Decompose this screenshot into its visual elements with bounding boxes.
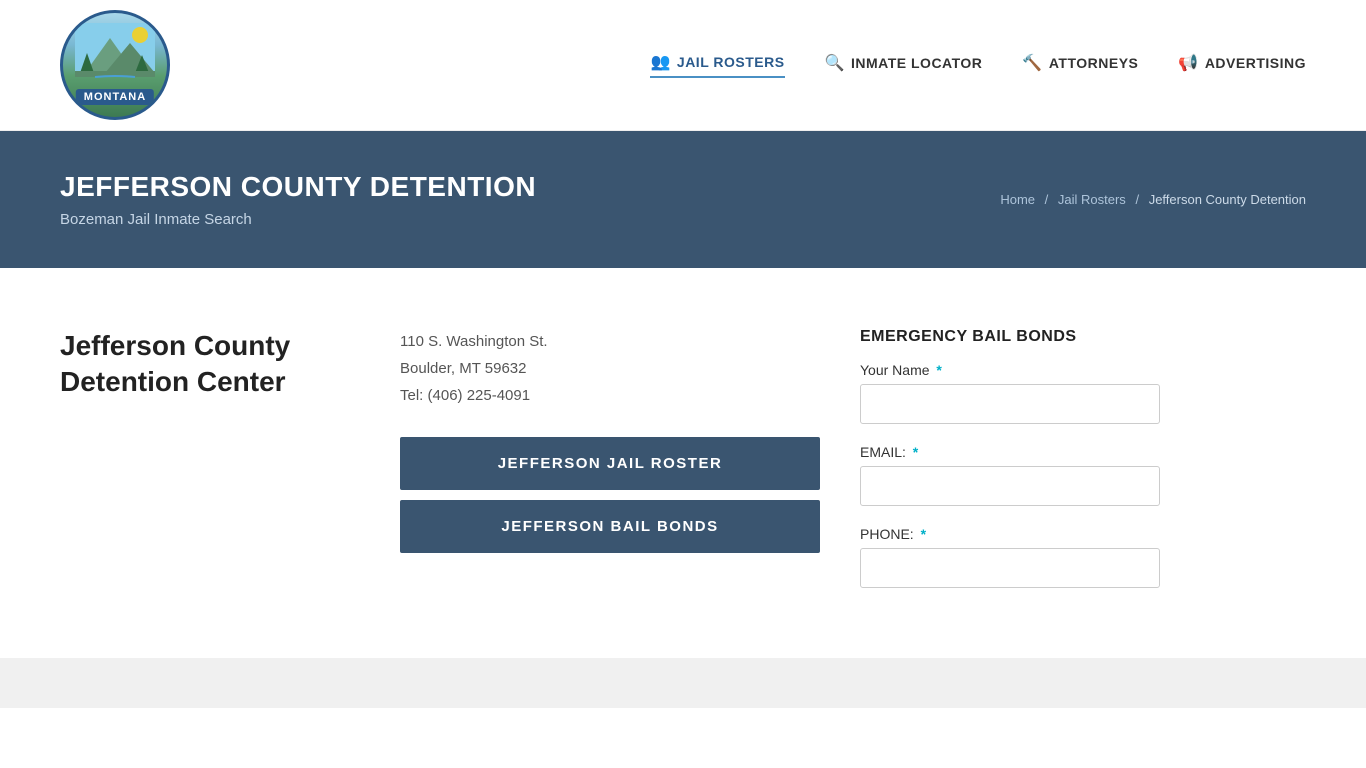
phone-form-group: PHONE: *: [860, 526, 1160, 588]
logo-text: MONTANA: [76, 89, 154, 105]
nav-advertising[interactable]: 📢 ADVERTISING: [1178, 53, 1306, 77]
logo-circle: MONTANA: [60, 10, 170, 120]
address-line2: Boulder, MT 59632: [400, 355, 820, 382]
email-required: *: [913, 444, 918, 460]
bail-bonds-button[interactable]: JEFFERSON BAIL BONDS: [400, 500, 820, 553]
name-form-group: Your Name *: [860, 362, 1160, 424]
breadcrumb-jail-rosters[interactable]: Jail Rosters: [1058, 192, 1126, 207]
hero-subtitle: Bozeman Jail Inmate Search: [60, 211, 536, 228]
name-input[interactable]: [860, 384, 1160, 424]
left-panel: Jefferson County Detention Center: [60, 318, 360, 608]
phone-input[interactable]: [860, 548, 1160, 588]
site-header: MONTANA 👥 JAIL ROSTERS 🔍 INMATE LOCATOR …: [0, 0, 1366, 131]
attorneys-icon: 🔨: [1022, 53, 1042, 73]
jail-roster-button[interactable]: JEFFERSON JAIL ROSTER: [400, 437, 820, 490]
facility-phone: Tel: (406) 225-4091: [400, 382, 820, 409]
address-block: 110 S. Washington St. Boulder, MT 59632 …: [400, 328, 820, 409]
logo-area[interactable]: MONTANA: [60, 10, 170, 120]
hero-left: JEFFERSON COUNTY DETENTION Bozeman Jail …: [60, 171, 536, 228]
center-panel: 110 S. Washington St. Boulder, MT 59632 …: [400, 318, 820, 608]
phone-label: PHONE: *: [860, 526, 1160, 542]
email-form-group: EMAIL: *: [860, 444, 1160, 506]
bail-bonds-title: EMERGENCY BAIL BONDS: [860, 328, 1160, 346]
advertising-icon: 📢: [1178, 53, 1198, 73]
email-label: EMAIL: *: [860, 444, 1160, 460]
breadcrumb: Home / Jail Rosters / Jefferson County D…: [1000, 192, 1306, 207]
breadcrumb-current: Jefferson County Detention: [1149, 192, 1306, 207]
bottom-bar: [0, 658, 1366, 708]
nav-attorneys[interactable]: 🔨 ATTORNEYS: [1022, 53, 1138, 77]
facility-name: Jefferson County Detention Center: [60, 328, 360, 401]
breadcrumb-sep2: /: [1135, 192, 1139, 207]
phone-required: *: [921, 526, 926, 542]
breadcrumb-home[interactable]: Home: [1000, 192, 1035, 207]
name-required: *: [936, 362, 941, 378]
breadcrumb-sep1: /: [1045, 192, 1049, 207]
hero-title: JEFFERSON COUNTY DETENTION: [60, 171, 536, 203]
hero-banner: JEFFERSON COUNTY DETENTION Bozeman Jail …: [0, 131, 1366, 268]
logo-scene-svg: [75, 23, 155, 93]
nav-jail-rosters[interactable]: 👥 JAIL ROSTERS: [650, 52, 784, 78]
jail-rosters-icon: 👥: [650, 52, 670, 72]
main-content: Jefferson County Detention Center 110 S.…: [0, 268, 1366, 648]
email-input[interactable]: [860, 466, 1160, 506]
main-nav: 👥 JAIL ROSTERS 🔍 INMATE LOCATOR 🔨 ATTORN…: [650, 52, 1306, 78]
address-line1: 110 S. Washington St.: [400, 328, 820, 355]
nav-inmate-locator[interactable]: 🔍 INMATE LOCATOR: [825, 53, 983, 77]
inmate-locator-icon: 🔍: [825, 53, 845, 73]
right-panel: EMERGENCY BAIL BONDS Your Name * EMAIL: …: [860, 318, 1160, 608]
name-label: Your Name *: [860, 362, 1160, 378]
